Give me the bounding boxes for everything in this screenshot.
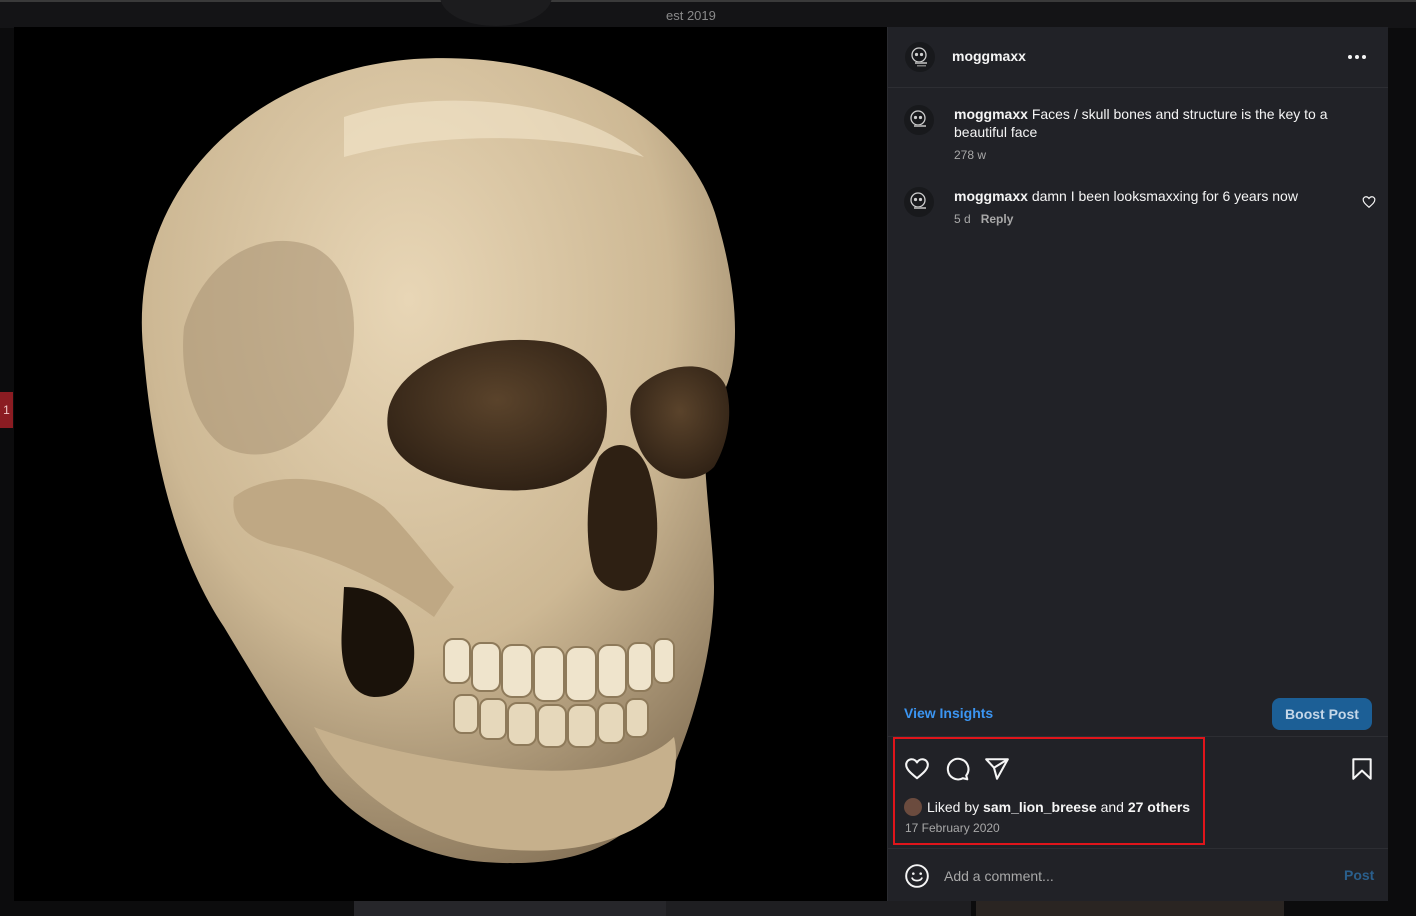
skull-logo-icon	[910, 192, 926, 209]
post-comment-button[interactable]: Post	[1344, 867, 1374, 883]
post-detail-panel: moggmaxx moggmaxx Faces / skull bones an…	[887, 27, 1388, 901]
more-dot	[1348, 55, 1352, 59]
comment-username[interactable]: moggmaxx	[954, 188, 1028, 204]
add-comment-input[interactable]	[944, 865, 1324, 887]
boost-post-button[interactable]: Boost Post	[1272, 698, 1372, 730]
liker-avatar[interactable]	[904, 798, 922, 817]
comment-body: moggmaxx Faces / skull bones and structu…	[954, 105, 1339, 141]
caption-comment: moggmaxx Faces / skull bones and structu…	[904, 105, 1374, 165]
comment-age[interactable]: 5 d	[954, 212, 971, 226]
more-dot	[1355, 55, 1359, 59]
comment-body: moggmaxx damn I been looksmaxxing for 6 …	[954, 187, 1339, 205]
post-image[interactable]	[14, 27, 887, 901]
skull-logo-icon	[910, 110, 926, 127]
post-header: moggmaxx	[888, 27, 1388, 88]
comment-like-heart-icon[interactable]	[1362, 195, 1376, 209]
likes-others-link[interactable]: 27 others	[1128, 799, 1190, 815]
background-grid-thumbnail	[666, 901, 971, 916]
emoji-icon[interactable]	[904, 863, 930, 889]
background-profile-bio: est 2019	[666, 8, 716, 23]
comment-meta: 278 w	[954, 148, 986, 162]
likes-summary: Liked by sam_lion_breese and 27 others	[904, 798, 1190, 817]
likes-middle: and	[1100, 799, 1124, 815]
background-grid-thumbnail	[976, 901, 1284, 916]
comment-avatar[interactable]	[904, 105, 934, 135]
liker-username[interactable]: sam_lion_breese	[983, 799, 1097, 815]
comment-text: damn I been looksmaxxing for 6 years now	[1031, 188, 1298, 204]
comment-username[interactable]: moggmaxx	[954, 106, 1028, 122]
author-avatar[interactable]	[905, 42, 935, 72]
comment-item: moggmaxx damn I been looksmaxxing for 6 …	[904, 187, 1376, 237]
more-options-icon[interactable]	[1344, 45, 1374, 67]
divider	[888, 848, 1388, 849]
side-tab[interactable]: 1	[0, 392, 13, 428]
post-date[interactable]: 17 February 2020	[905, 821, 1000, 835]
author-username[interactable]: moggmaxx	[952, 48, 1026, 64]
background-grid-thumbnail	[354, 901, 666, 916]
comment-age[interactable]: 278 w	[954, 148, 986, 162]
more-dot	[1362, 55, 1366, 59]
comment-meta: 5 d Reply	[954, 212, 1013, 226]
top-border	[0, 0, 1416, 2]
comment-icon[interactable]	[944, 756, 970, 782]
skull-logo-icon	[911, 47, 927, 67]
bookmark-icon[interactable]	[1349, 756, 1375, 782]
share-icon[interactable]	[984, 756, 1010, 782]
skull-image	[141, 58, 736, 864]
view-insights-link[interactable]: View Insights	[904, 705, 993, 721]
heart-icon[interactable]	[904, 756, 930, 782]
likes-prefix: Liked by	[927, 799, 980, 815]
reply-button[interactable]: Reply	[981, 212, 1014, 226]
comment-avatar[interactable]	[904, 187, 934, 217]
background-profile-avatar	[440, 0, 552, 26]
background-profile-header: est 2019	[0, 0, 1416, 28]
divider	[888, 736, 1388, 737]
